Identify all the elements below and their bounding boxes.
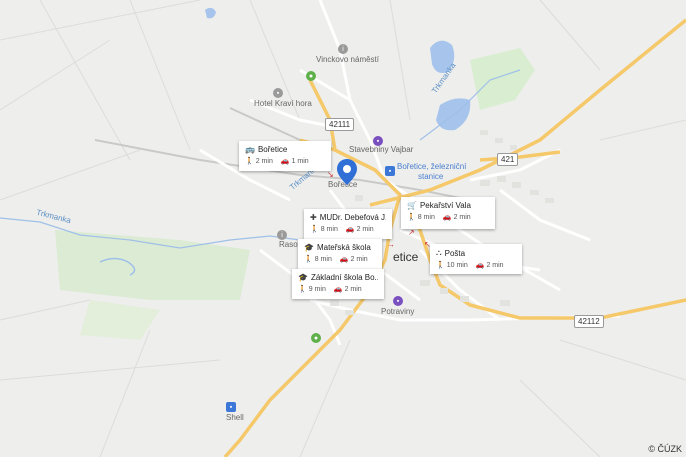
place-label-shell: Shell bbox=[226, 413, 244, 422]
copyright-notice: © ČÚZK bbox=[648, 444, 682, 454]
walk-time: 10 min bbox=[446, 262, 468, 269]
car-time: 1 min bbox=[291, 158, 309, 165]
poi-card-zakladni-skola[interactable]: 🎓 Základní škola Bo... 🚶 9 min 🚗 2 min bbox=[292, 269, 384, 299]
walk-icon: 🚶 bbox=[436, 262, 445, 269]
walk-time: 8 min bbox=[314, 256, 332, 263]
post-icon: ⛬ bbox=[436, 248, 442, 257]
grocery-icon[interactable]: ▪ bbox=[393, 296, 403, 306]
cart-icon: 🛒 bbox=[407, 201, 417, 210]
car-time: 2 min bbox=[356, 226, 374, 233]
medical-icon: ✚ bbox=[310, 213, 317, 222]
bus-icon: 🚌 bbox=[245, 145, 255, 154]
place-label-hotel: Hotel Kraví hora bbox=[254, 99, 312, 108]
car-icon: 🚗 bbox=[333, 286, 343, 293]
walk-time: 9 min bbox=[308, 286, 326, 293]
hotel-icon[interactable]: ▪ bbox=[273, 88, 283, 98]
walk-time: 8 min bbox=[417, 214, 435, 221]
place-label-stavebniny: Stavebniny Vajbar bbox=[349, 145, 414, 154]
road-shield-42111: 42111 bbox=[325, 118, 355, 131]
car-icon: 🚗 bbox=[345, 226, 355, 233]
place-label-vinckovo: Vinckovo náměstí bbox=[316, 55, 379, 64]
car-time: 2 min bbox=[486, 262, 504, 269]
car-icon: 🚗 bbox=[339, 256, 349, 263]
town-label: etice bbox=[393, 250, 419, 264]
road-shield-42112: 42112 bbox=[574, 315, 604, 328]
card-title: Bořetice bbox=[257, 145, 288, 154]
poi-card-pekarstvi[interactable]: 🛒 Pekařství Vala 🚶 8 min 🚗 2 min bbox=[401, 197, 495, 229]
car-time: 2 min bbox=[344, 286, 362, 293]
car-icon: 🚗 bbox=[442, 214, 452, 221]
walk-icon: 🚶 bbox=[245, 158, 254, 165]
walk-icon: 🚶 bbox=[304, 256, 313, 263]
car-time: 2 min bbox=[453, 214, 471, 221]
place-label-nadrazi-2: stanice bbox=[418, 172, 444, 181]
fuel-station-icon[interactable]: ▪ bbox=[226, 402, 236, 412]
car-icon: 🚗 bbox=[475, 262, 485, 269]
train-station-icon[interactable]: ▪ bbox=[385, 166, 395, 176]
walk-icon: 🚶 bbox=[310, 226, 319, 233]
card-title: Základní škola Bo... bbox=[310, 273, 378, 282]
place-label-potraviny: Potraviny bbox=[381, 307, 415, 316]
info-icon-rasov[interactable]: i bbox=[277, 230, 287, 240]
direction-arrow-icon: → bbox=[387, 240, 395, 249]
place-label-nadrazi-1: Bořetice, železniční bbox=[397, 162, 467, 171]
poi-card-mudr[interactable]: ✚ MUDr. Debefová J... 🚶 8 min 🚗 2 min bbox=[304, 209, 392, 239]
card-title: Pekařství Vala bbox=[419, 201, 471, 210]
shop-icon[interactable]: ▪ bbox=[373, 136, 383, 146]
card-title: Pošta bbox=[444, 248, 466, 258]
school-icon: 🎓 bbox=[304, 243, 314, 252]
poi-card-posta[interactable]: ⛬ Pošta 🚶 10 min 🚗 2 min bbox=[430, 244, 522, 274]
car-icon: 🚗 bbox=[280, 158, 290, 165]
poi-card-boretice[interactable]: 🚌 Bořetice 🚶 2 min 🚗 1 min bbox=[239, 141, 331, 171]
walk-time: 8 min bbox=[320, 226, 338, 233]
walk-icon: 🚶 bbox=[407, 214, 416, 221]
card-title: Mateřská škola bbox=[316, 243, 371, 252]
direction-arrow-icon: ↗ bbox=[408, 228, 415, 237]
location-pin-icon[interactable] bbox=[336, 158, 358, 186]
car-time: 2 min bbox=[350, 256, 368, 263]
park-icon[interactable]: ● bbox=[306, 71, 316, 81]
walk-icon: 🚶 bbox=[298, 286, 307, 293]
direction-arrow-icon: ↘ bbox=[327, 170, 334, 179]
poi-card-materska-skola[interactable]: 🎓 Mateřská škola 🚶 8 min 🚗 2 min bbox=[298, 239, 382, 269]
park-icon-south[interactable]: ● bbox=[311, 333, 321, 343]
road-shield-421: 421 bbox=[497, 153, 519, 166]
walk-time: 2 min bbox=[255, 158, 273, 165]
school-icon: 🎓 bbox=[298, 273, 308, 282]
info-icon[interactable]: i bbox=[338, 44, 348, 54]
card-title: MUDr. Debefová J... bbox=[319, 213, 386, 222]
